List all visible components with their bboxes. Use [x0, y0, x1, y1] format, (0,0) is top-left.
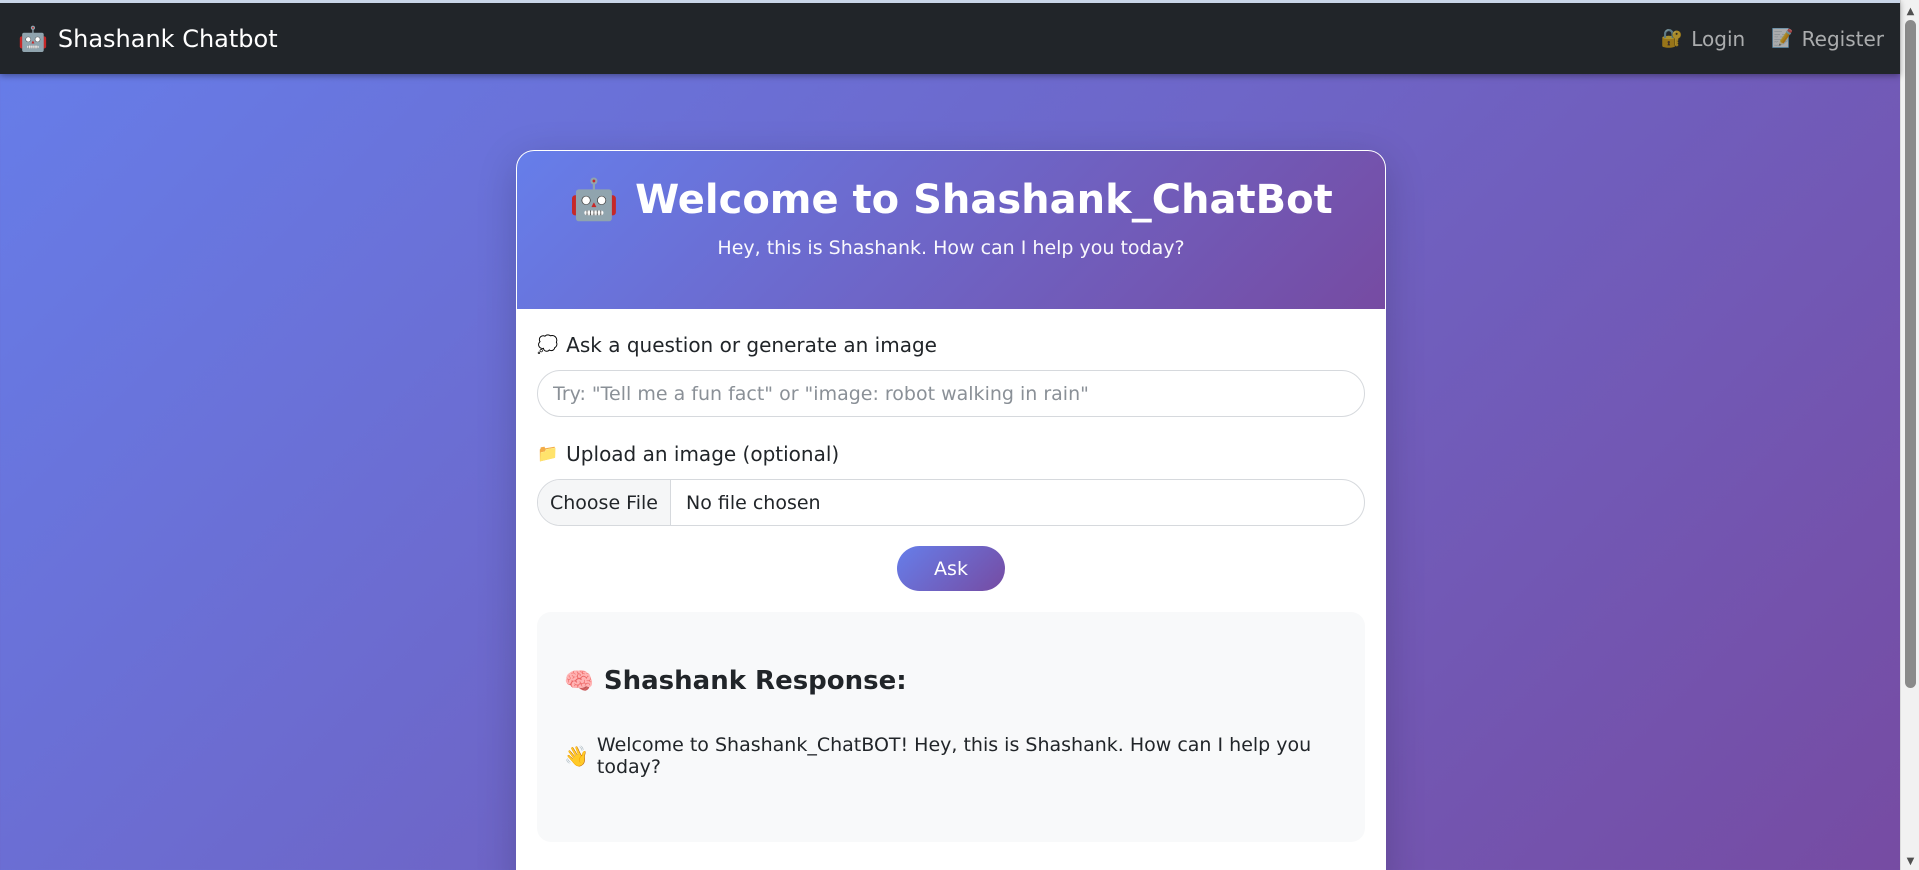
response-message-text: Welcome to Shashank_ChatBOT! Hey, this i… — [596, 734, 1312, 778]
lock-icon: 🔐 — [1660, 28, 1684, 49]
upload-label: 📁 Upload an image (optional) — [537, 442, 1365, 466]
brand-label: Shashank Chatbot — [57, 24, 278, 53]
navbar: 🤖 Shashank Chatbot 🔐 Login 📝 Register — [0, 0, 1900, 74]
register-link[interactable]: 📝 Register — [1771, 27, 1884, 51]
robot-icon: 🤖 — [569, 177, 620, 223]
ask-row: Ask — [537, 546, 1365, 591]
question-label: 💭 Ask a question or generate an image — [537, 333, 1365, 357]
page-subtitle: Hey, this is Shashank. How can I help yo… — [717, 237, 1185, 259]
navbar-brand[interactable]: 🤖 Shashank Chatbot — [18, 25, 278, 53]
login-label: Login — [1691, 26, 1746, 51]
ask-button[interactable]: Ask — [897, 546, 1005, 591]
scroll-up-arrow-icon[interactable]: ▲ — [1901, 3, 1919, 19]
memo-icon: 📝 — [1771, 28, 1794, 49]
card-header: 🤖 Welcome to Shashank_ChatBot Hey, this … — [517, 151, 1385, 309]
choose-file-button[interactable]: Choose File — [538, 480, 671, 525]
navbar-links: 🔐 Login 📝 Register — [1661, 27, 1884, 51]
file-status: No file chosen — [686, 491, 821, 514]
waving-hand-icon: 👋 — [564, 744, 589, 768]
upload-label-text: Upload an image (optional) — [566, 442, 840, 466]
folder-icon: 📁 — [537, 444, 559, 464]
response-panel: 🧠 Shashank Response: 👋 Welcome to Shasha… — [537, 612, 1365, 842]
response-title-text: Shashank Response: — [603, 666, 907, 696]
thought-bubble-icon: 💭 — [537, 335, 559, 355]
response-message: 👋 Welcome to Shashank_ChatBOT! Hey, this… — [564, 734, 1338, 778]
robot-icon: 🤖 — [18, 24, 48, 53]
card-body: 💭 Ask a question or generate an image 📁 … — [517, 333, 1385, 842]
question-label-text: Ask a question or generate an image — [566, 333, 937, 357]
brain-icon: 🧠 — [564, 667, 594, 695]
scrollbar-thumb[interactable] — [1905, 20, 1916, 688]
login-link[interactable]: 🔐 Login — [1661, 27, 1745, 51]
page-title: 🤖 Welcome to Shashank_ChatBot — [517, 177, 1385, 223]
scroll-down-arrow-icon[interactable]: ▼ — [1901, 853, 1919, 869]
vertical-scrollbar[interactable]: ▲ ▼ — [1900, 0, 1919, 870]
chat-card: 🤖 Welcome to Shashank_ChatBot Hey, this … — [516, 150, 1386, 870]
response-title: 🧠 Shashank Response: — [564, 612, 1338, 696]
register-label: Register — [1801, 26, 1884, 51]
question-input[interactable] — [537, 370, 1365, 417]
file-upload-input[interactable]: Choose File No file chosen — [537, 479, 1365, 526]
page-title-text: Welcome to Shashank_ChatBot — [635, 177, 1333, 223]
